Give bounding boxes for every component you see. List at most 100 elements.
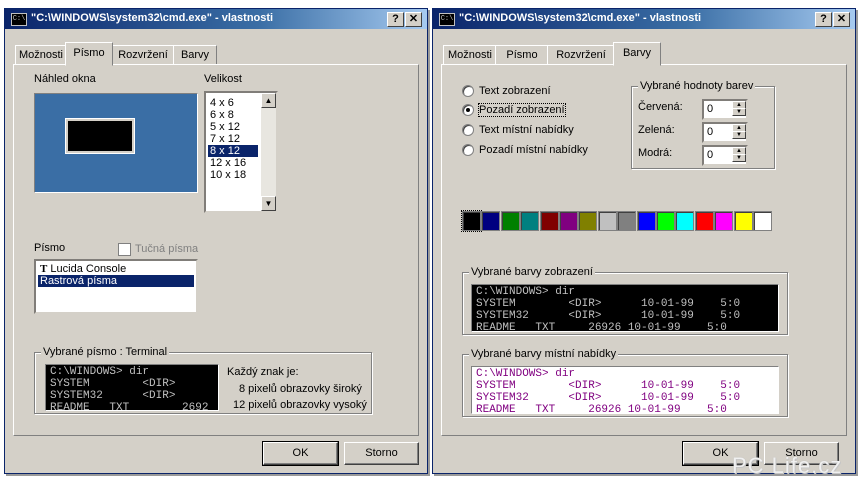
window-preview <box>34 93 198 193</box>
color-swatch[interactable] <box>617 211 637 231</box>
color-swatch[interactable] <box>520 211 540 231</box>
tab-moznosti[interactable]: Možnosti <box>15 45 67 65</box>
radio-label: Pozadí zobrazení <box>478 103 566 117</box>
size-label: Velikost <box>204 73 242 85</box>
title-bar[interactable]: C:\ "C:\WINDOWS\system32\cmd.exe" - vlas… <box>5 9 427 29</box>
blue-label: Modrá: <box>638 147 673 159</box>
close-button[interactable]: ✕ <box>405 12 422 27</box>
console-icon: C:\ <box>11 13 27 26</box>
console-line: C:\WINDOWS> dir <box>476 368 576 380</box>
help-button[interactable]: ? <box>815 12 832 27</box>
blue-value: 0 <box>707 149 714 161</box>
screen-colors-title: Vybrané barvy zobrazení <box>469 266 595 278</box>
color-swatch[interactable] <box>636 211 656 231</box>
ok-button[interactable]: OK <box>262 441 339 466</box>
tab-barvy[interactable]: Barvy <box>173 45 217 65</box>
font-sample-console: C:\WINDOWS> dir SYSTEM <DIR> SYSTEM32 <D… <box>45 364 219 411</box>
tab-rozvrzeni[interactable]: Rozvržení <box>547 45 615 65</box>
color-swatch[interactable] <box>656 211 675 231</box>
color-swatch[interactable] <box>733 211 753 231</box>
popup-colors-title: Vybrané barvy místní nabídky <box>469 348 619 360</box>
size-item[interactable]: 7 x 12 <box>208 133 240 145</box>
color-swatch[interactable] <box>753 211 772 231</box>
color-swatch[interactable] <box>500 211 520 231</box>
screen-colors-preview: C:\WINDOWS> dir SYSTEM <DIR> 10-01-99 5:… <box>471 284 779 332</box>
cancel-button[interactable]: Storno <box>344 442 419 465</box>
tab-moznosti[interactable]: Možnosti <box>443 45 497 65</box>
size-item[interactable]: 12 x 16 <box>208 157 246 169</box>
font-item[interactable]: T Lucida Console <box>38 263 196 275</box>
font-label: Písmo <box>34 242 66 254</box>
scroll-down-icon[interactable]: ▼ <box>261 196 276 211</box>
screen-colors-group: Vybrané barvy zobrazení C:\WINDOWS> dir … <box>462 266 788 335</box>
help-button[interactable]: ? <box>387 12 404 27</box>
console-line: SYSTEM <DIR> 10-01-99 5:0 <box>476 380 741 392</box>
color-swatch[interactable] <box>559 211 578 231</box>
selected-font-group: Vybrané písmo : Terminal C:\WINDOWS> dir… <box>34 346 372 414</box>
rgb-values-title: Vybrané hodnoty barev <box>638 80 756 92</box>
color-swatch[interactable] <box>597 211 617 231</box>
size-item[interactable]: 5 x 12 <box>208 121 240 133</box>
selected-font-title: Vybrané písmo : Terminal <box>41 346 170 358</box>
spin-down-icon[interactable]: ▼ <box>732 154 746 162</box>
watermark: PC Life.cz <box>732 453 843 478</box>
size-listbox[interactable]: 4 x 6 6 x 8 5 x 12 7 x 12 8 x 12 12 x 16… <box>204 91 278 213</box>
red-spinner[interactable]: 0 ▲ ▼ <box>702 99 748 120</box>
color-swatch[interactable] <box>461 210 482 232</box>
colors-tab-page: Text zobrazení Pozadí zobrazení Text mís… <box>441 64 847 436</box>
color-swatch[interactable] <box>714 211 734 231</box>
bold-checkbox[interactable] <box>118 243 131 256</box>
color-swatch[interactable] <box>539 211 559 231</box>
font-tab-page: Náhled okna Velikost 4 x 6 6 x 8 5 x 12 … <box>13 64 419 436</box>
color-swatch[interactable] <box>481 211 501 231</box>
console-line: README TXT 2692 <box>50 402 209 411</box>
font-properties-dialog: C:\ "C:\WINDOWS\system32\cmd.exe" - vlas… <box>4 8 428 474</box>
window-title: "C:\WINDOWS\system32\cmd.exe" - vlastnos… <box>31 12 274 24</box>
window-title: "C:\WINDOWS\system32\cmd.exe" - vlastnos… <box>459 12 702 24</box>
radio-popup-text[interactable] <box>462 124 474 136</box>
blue-spinner[interactable]: 0 ▲ ▼ <box>702 145 748 166</box>
green-value: 0 <box>707 126 714 138</box>
console-line: SYSTEM <DIR> 10-01-99 5:0 <box>476 298 741 310</box>
truetype-icon: T <box>40 263 48 275</box>
size-item-selected[interactable]: 8 x 12 <box>208 145 258 157</box>
radio-screen-text[interactable] <box>462 85 474 97</box>
preview-label: Náhled okna <box>34 73 96 85</box>
red-label: Červená: <box>638 101 683 113</box>
scroll-up-icon[interactable]: ▲ <box>261 93 276 108</box>
popup-colors-preview: C:\WINDOWS> dir SYSTEM <DIR> 10-01-99 5:… <box>471 366 779 414</box>
size-scrollbar[interactable]: ▲ ▼ <box>261 93 276 211</box>
spin-down-icon[interactable]: ▼ <box>732 131 746 139</box>
char-info-title: Každý znak je: <box>227 366 299 378</box>
color-swatch[interactable] <box>578 211 598 231</box>
font-item-selected[interactable]: Rastrová písma <box>38 275 194 287</box>
size-item[interactable]: 6 x 8 <box>208 109 234 121</box>
rgb-values-group: Vybrané hodnoty barev Červená: 0 ▲ ▼ Zele… <box>631 80 775 169</box>
size-item[interactable]: 10 x 18 <box>208 169 246 181</box>
title-bar[interactable]: C:\ "C:\WINDOWS\system32\cmd.exe" - vlas… <box>433 9 855 29</box>
color-swatch[interactable] <box>675 211 695 231</box>
radio-screen-background[interactable] <box>462 104 474 116</box>
popup-colors-group: Vybrané barvy místní nabídky C:\WINDOWS>… <box>462 348 788 417</box>
console-line: README TXT 26926 10-01-99 5:0 <box>476 404 727 414</box>
color-swatch[interactable] <box>694 211 714 231</box>
console-icon: C:\ <box>439 13 455 26</box>
close-button[interactable]: ✕ <box>833 12 850 27</box>
char-height: 12 pixelů obrazovky vysoký <box>233 399 367 411</box>
size-item[interactable]: 4 x 6 <box>208 97 234 109</box>
char-width: 8 pixelů obrazovky široký <box>239 383 362 395</box>
tab-barvy[interactable]: Barvy <box>613 42 661 66</box>
radio-popup-background[interactable] <box>462 144 474 156</box>
spin-down-icon[interactable]: ▼ <box>732 108 746 116</box>
radio-label: Text zobrazení <box>479 85 551 97</box>
tab-pismo[interactable]: Písmo <box>65 42 113 66</box>
console-line: SYSTEM <DIR> <box>50 378 176 390</box>
console-line: C:\WINDOWS> dir <box>476 286 576 298</box>
console-line: SYSTEM32 <DIR> 10-01-99 5:0 <box>476 310 741 322</box>
console-line: SYSTEM32 <DIR> 10-01-99 5:0 <box>476 392 741 404</box>
green-spinner[interactable]: 0 ▲ ▼ <box>702 122 748 143</box>
console-line: C:\WINDOWS> dir <box>50 366 150 378</box>
tab-pismo[interactable]: Písmo <box>495 45 549 65</box>
font-listbox[interactable]: T Lucida Console Rastrová písma <box>34 259 198 314</box>
tab-rozvrzeni[interactable]: Rozvržení <box>111 45 175 65</box>
